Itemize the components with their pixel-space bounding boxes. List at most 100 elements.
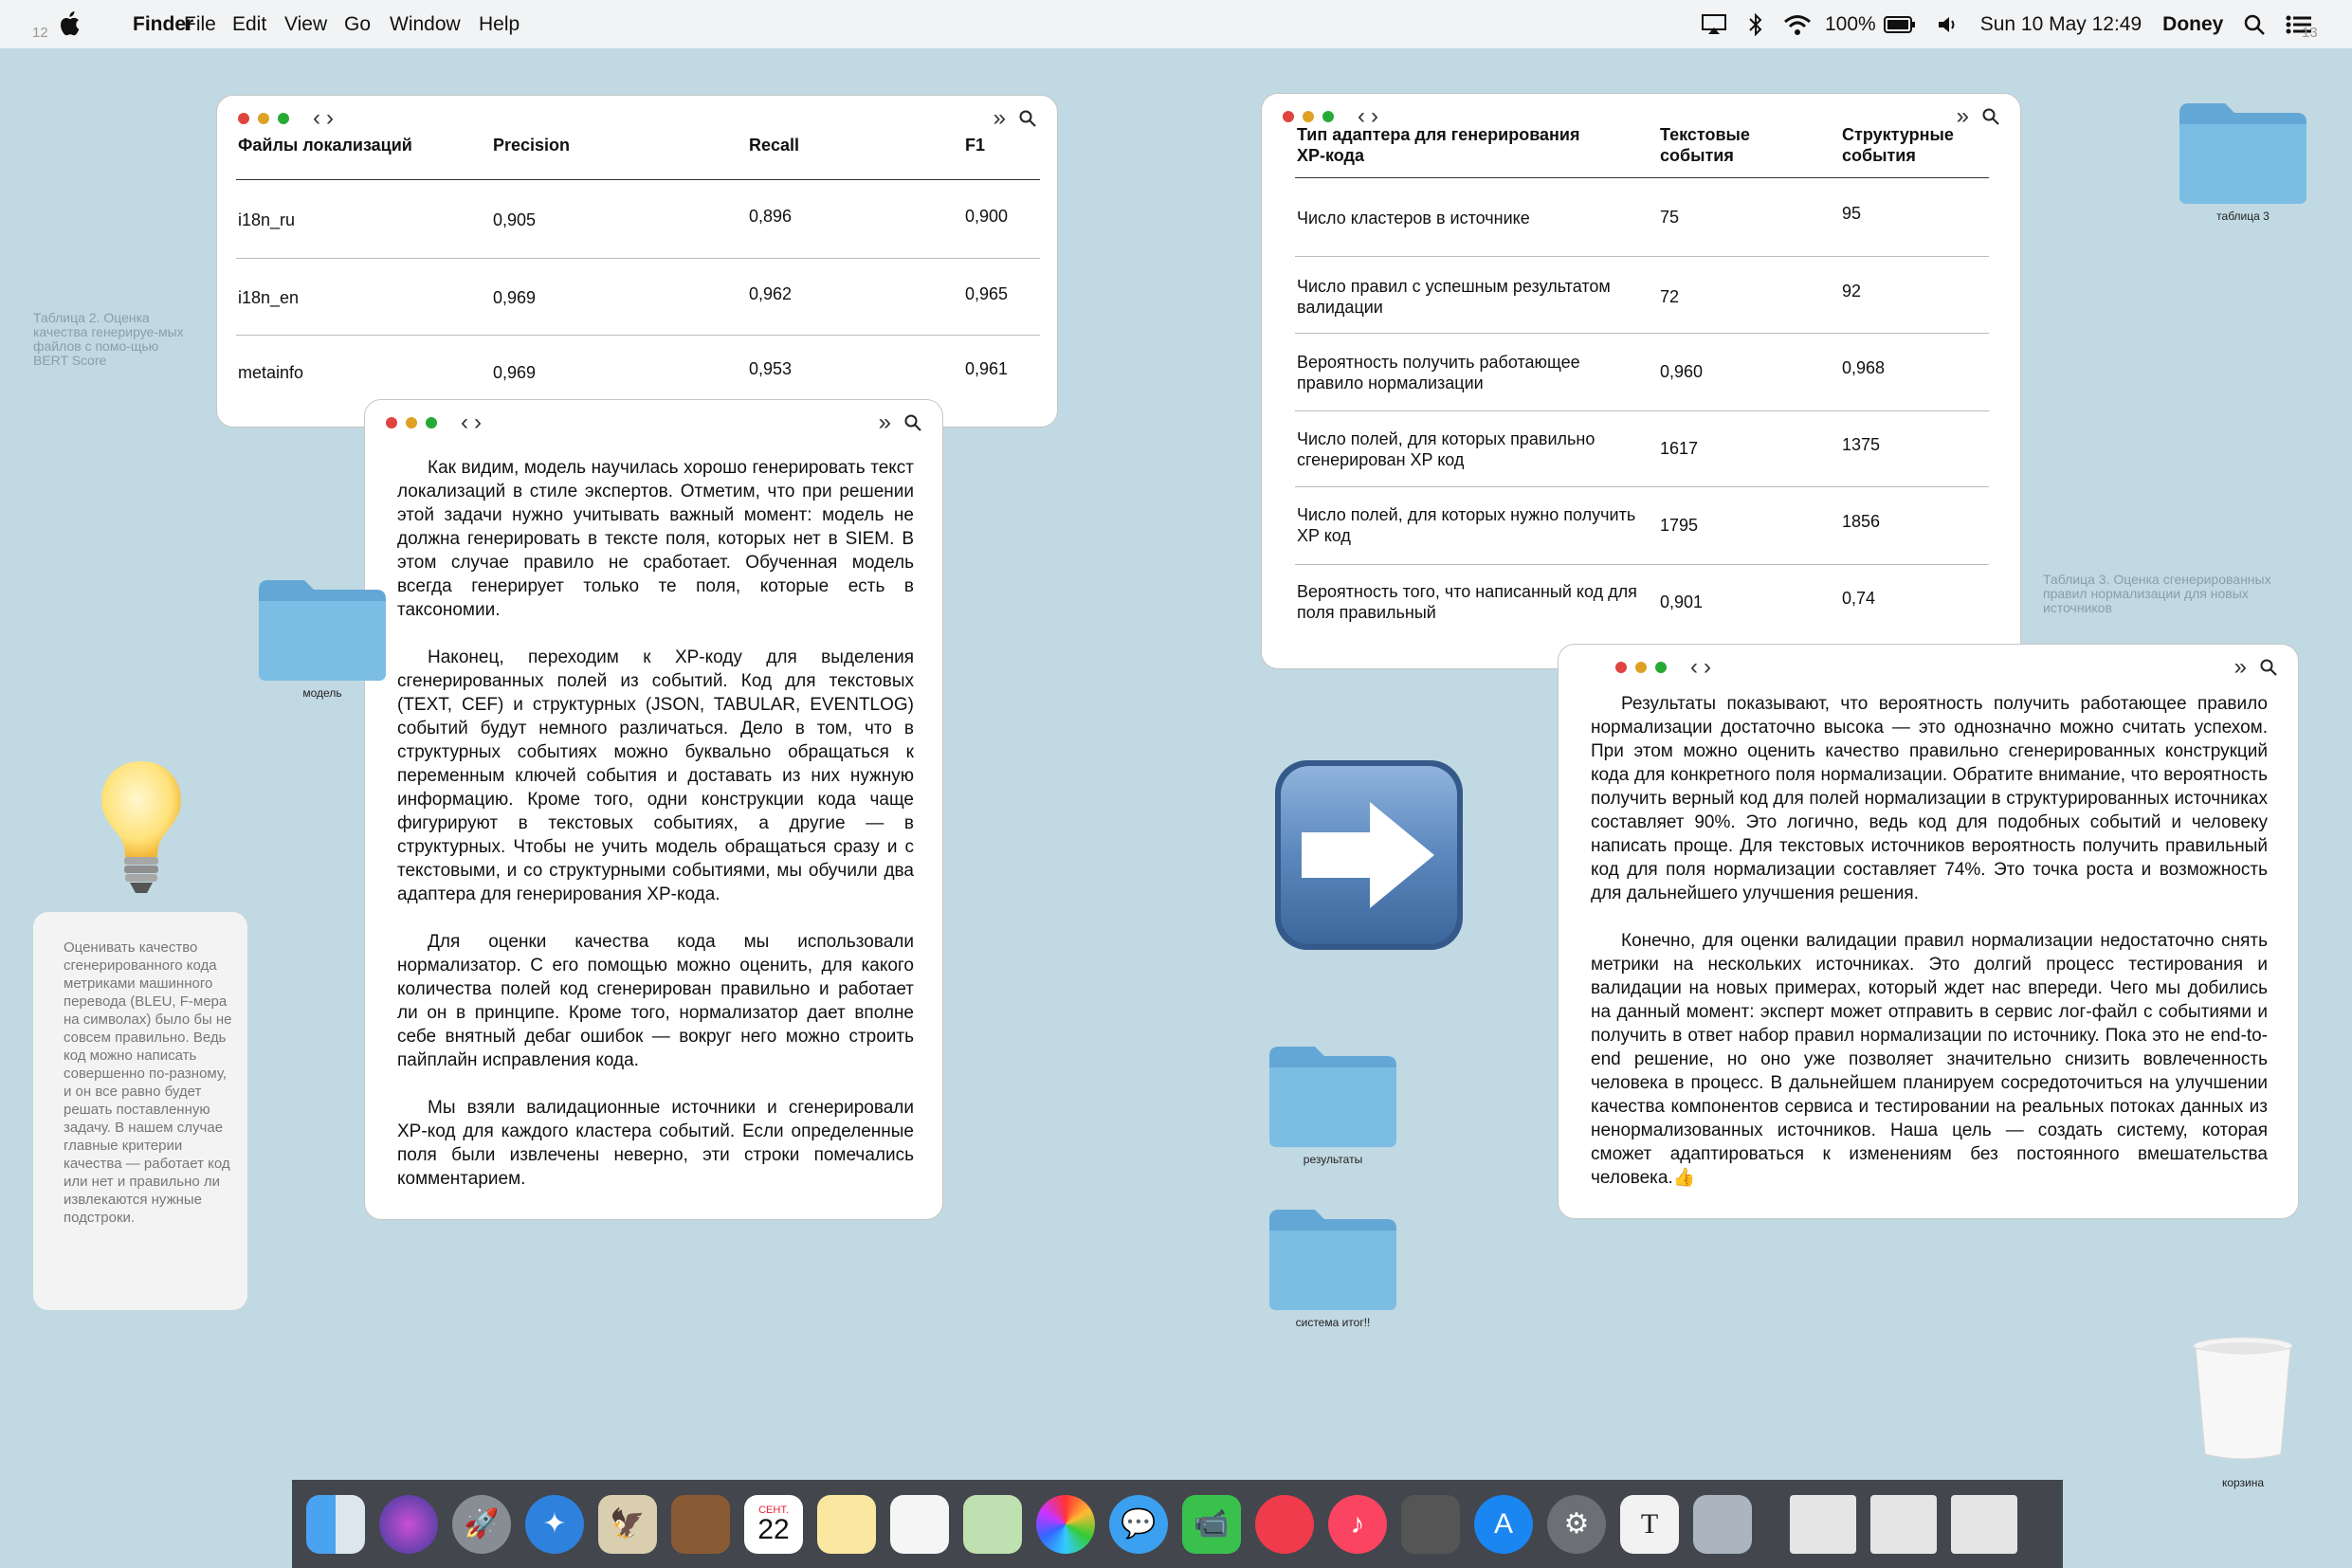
page-number-left: 12 [32, 25, 48, 41]
bluetooth-icon[interactable] [1747, 12, 1764, 36]
menu-go[interactable]: Go [344, 13, 371, 36]
messages-icon[interactable]: 💬 [1109, 1494, 1168, 1554]
minimized-window-3[interactable] [1951, 1494, 2017, 1554]
notes-icon[interactable] [817, 1494, 876, 1554]
trash-icon[interactable] [2192, 1337, 2294, 1462]
window-search-icon[interactable] [2260, 659, 2277, 676]
zoom-button[interactable] [1655, 662, 1667, 673]
window-search-icon[interactable] [1982, 108, 1999, 125]
zoom-button[interactable] [1322, 111, 1334, 122]
contacts-icon[interactable] [671, 1494, 730, 1554]
table3-window[interactable]: ‹› » Тип адаптера для генерирования XP-к… [1261, 93, 2021, 669]
window-controls: ‹› [386, 411, 487, 434]
reminders-icon[interactable] [890, 1494, 949, 1554]
launchpad-icon[interactable]: 🚀 [452, 1494, 511, 1554]
facetime-icon[interactable]: 📹 [1182, 1494, 1241, 1554]
menu-file[interactable]: File [184, 13, 216, 36]
toolbar-more-icon[interactable]: » [2234, 654, 2247, 681]
window-search-icon[interactable] [904, 414, 921, 431]
folder-icon[interactable] [2177, 100, 2309, 206]
toolbar-more-icon[interactable]: » [879, 410, 891, 436]
table3-cell: 1375 [1842, 435, 1881, 454]
table2-cell: 0,961 [965, 359, 1009, 378]
table3-cell: 75 [1660, 208, 1680, 227]
table2-header-f1: F1 [965, 136, 986, 155]
folder-icon[interactable] [257, 576, 388, 683]
folder-icon[interactable] [1267, 1206, 1399, 1312]
folder-label-table3[interactable]: таблица 3 [2177, 210, 2309, 223]
minimize-button[interactable] [1635, 662, 1647, 673]
minimized-window-1[interactable] [1790, 1494, 1856, 1554]
trash-label[interactable]: корзина [2192, 1476, 2294, 1489]
table2-cell: i18n_en [238, 288, 300, 307]
table3-cell: 0,74 [1842, 589, 1876, 608]
table3-cell: Число правил с успешным результатом вали… [1297, 277, 1611, 317]
screenshot-icon[interactable] [1401, 1494, 1460, 1554]
mail-icon[interactable]: 🦅 [598, 1494, 657, 1554]
close-button[interactable] [1615, 662, 1627, 673]
apple-icon[interactable] [59, 11, 80, 36]
clock[interactable]: Sun 10 May 12:49 [1980, 13, 2142, 36]
toolbar-more-icon[interactable]: » [994, 105, 1006, 132]
folder-label-results[interactable]: результаты [1267, 1153, 1399, 1166]
safari-icon[interactable]: ✦ [525, 1494, 584, 1554]
table2-cell: 0,962 [749, 284, 793, 303]
user-name[interactable]: Doney [2162, 13, 2223, 36]
paragraph: Мы взяли валидационные источники и сгене… [397, 1098, 914, 1189]
text-window-1[interactable]: ‹› » Как видим, модель научилась хорошо … [364, 399, 943, 1220]
calendar-icon[interactable]: СЕНТ. 22 [744, 1494, 803, 1554]
folder-icon[interactable] [1267, 1043, 1399, 1149]
back-forward-icon[interactable]: ‹› [461, 411, 487, 434]
back-forward-icon[interactable]: ‹› [1690, 656, 1717, 679]
zoom-button[interactable] [426, 417, 437, 428]
table2-caption: Таблица 2. Оценка качества генерируе-мых… [33, 310, 184, 368]
table3-caption: Таблица 3. Оценка сгенерированных правил… [2043, 572, 2271, 615]
table3-cell: Число полей, для которых правильно сгене… [1297, 429, 1595, 469]
back-forward-icon[interactable]: ‹› [1358, 105, 1384, 128]
news-icon[interactable] [1255, 1494, 1314, 1554]
table3-cell: 92 [1842, 282, 1862, 301]
menu-help[interactable]: Help [479, 13, 520, 36]
minimize-button[interactable] [1303, 111, 1314, 122]
table2-cell: 0,969 [493, 288, 537, 307]
siri-icon[interactable] [379, 1494, 438, 1554]
back-forward-icon[interactable]: ‹› [313, 107, 339, 130]
table2-cell: 0,905 [493, 210, 537, 229]
finder-icon[interactable] [306, 1494, 365, 1554]
wifi-icon[interactable] [1783, 14, 1812, 35]
menu-edit[interactable]: Edit [232, 13, 266, 36]
folder-label-model[interactable]: модель [257, 686, 388, 700]
close-button[interactable] [386, 417, 397, 428]
right-arrow-icon [1275, 760, 1463, 950]
preview-icon[interactable] [1693, 1494, 1752, 1554]
photos-icon[interactable] [1036, 1494, 1095, 1554]
close-button[interactable] [238, 113, 249, 124]
search-icon[interactable] [2244, 14, 2266, 35]
music-icon[interactable]: ♪ [1328, 1494, 1387, 1554]
table2-cell: 0,965 [965, 284, 1009, 303]
table3-cell: 1856 [1842, 512, 1881, 531]
text-window-2[interactable]: ‹› » Результаты показывают, что вероятно… [1558, 644, 2299, 1219]
maps-icon[interactable] [963, 1494, 1022, 1554]
paragraph: Как видим, модель научилась хорошо генер… [397, 458, 914, 620]
table2-window[interactable]: ‹› » Файлы локализаций Precision Recall … [216, 95, 1058, 428]
close-button[interactable] [1283, 111, 1294, 122]
minimize-button[interactable] [406, 417, 417, 428]
volume-icon[interactable] [1937, 14, 1960, 35]
app-store-icon[interactable]: A [1474, 1494, 1533, 1554]
menu-view[interactable]: View [284, 13, 327, 36]
window-search-icon[interactable] [1019, 110, 1036, 127]
menu-bar: 12 Finder File Edit View Go Window Help … [0, 0, 2352, 48]
note-text: Оценивать качество сгенерированного кода… [64, 939, 232, 1226]
table3-cell: Вероятность того, что написанный код для… [1297, 582, 1637, 622]
minimized-window-2[interactable] [1870, 1494, 1937, 1554]
system-preferences-icon[interactable]: ⚙ [1547, 1494, 1606, 1554]
menu-window[interactable]: Window [390, 13, 461, 36]
battery-icon[interactable] [1883, 15, 1916, 33]
textedit-icon[interactable]: T [1620, 1494, 1679, 1554]
airplay-icon[interactable] [1702, 13, 1726, 35]
text-body-2: Результаты показывают, что вероятность п… [1591, 692, 2268, 1213]
zoom-button[interactable] [278, 113, 289, 124]
minimize-button[interactable] [258, 113, 269, 124]
folder-label-system[interactable]: система итог!! [1267, 1316, 1399, 1329]
